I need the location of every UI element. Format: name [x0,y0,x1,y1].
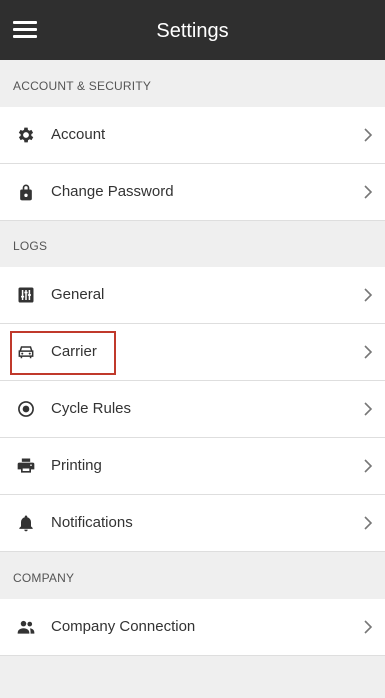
chevron-right-icon [363,401,373,417]
lock-icon [16,182,36,202]
chevron-right-icon [363,287,373,303]
chevron-right-icon [363,344,373,360]
page-background [0,657,385,698]
page-title: Settings [156,20,229,42]
settings-item-label: Change Password [51,183,174,200]
settings-item-company-connection[interactable]: Company Connection [0,599,385,656]
settings-item-label: General [51,286,105,303]
radio-target-icon [16,399,36,419]
section-header-company: COMPANY [0,552,385,600]
chevron-right-icon [363,619,373,635]
settings-item-label: Cycle Rules [51,400,132,417]
gear-icon [16,125,36,145]
carrier-highlight-box [10,331,116,375]
section-header-logs: LOGS [0,221,385,268]
settings-item-general[interactable]: General [0,267,385,324]
app-header: Settings [0,0,385,60]
people-icon [16,617,36,637]
chevron-right-icon [363,127,373,143]
settings-item-cycle-rules[interactable]: Cycle Rules [0,381,385,438]
bell-icon [16,513,36,533]
settings-item-notifications[interactable]: Notifications [0,495,385,552]
section-header-account-security: ACCOUNT & SECURITY [0,60,385,108]
settings-item-label: Company Connection [51,618,196,635]
settings-item-label: Printing [51,457,102,474]
sliders-icon [16,285,36,305]
settings-item-change-password[interactable]: Change Password [0,164,385,221]
chevron-right-icon [363,184,373,200]
settings-item-account[interactable]: Account [0,107,385,164]
settings-item-label: Notifications [51,514,133,531]
chevron-right-icon [363,515,373,531]
settings-item-label: Account [51,126,106,143]
printer-icon [16,456,36,476]
chevron-right-icon [363,458,373,474]
settings-item-printing[interactable]: Printing [0,438,385,495]
